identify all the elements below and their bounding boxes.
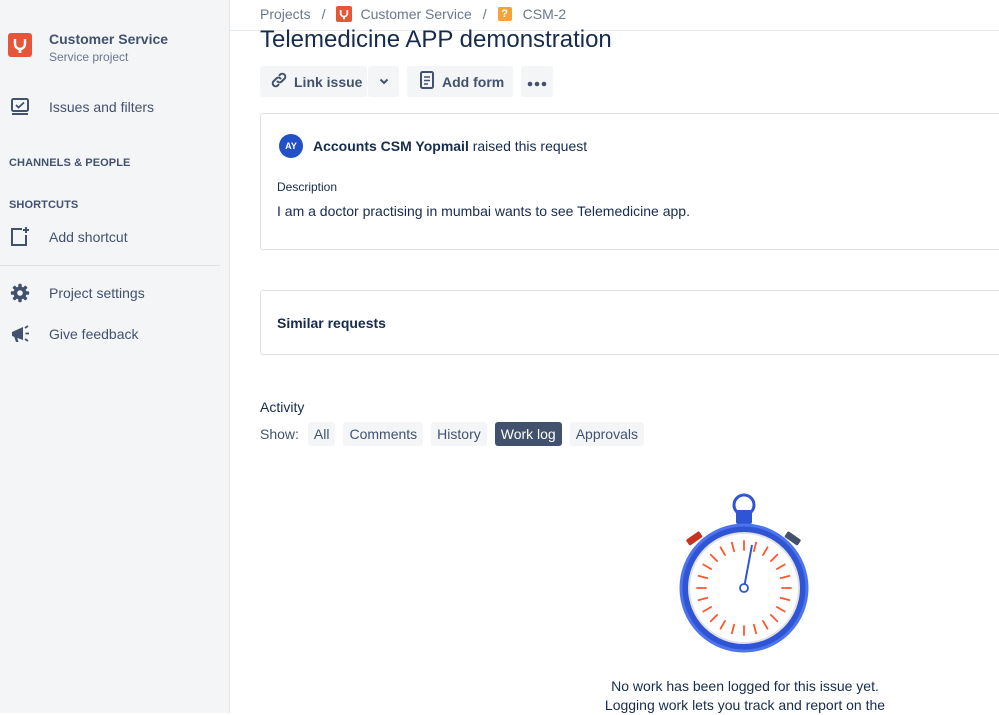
breadcrumb-issue-key[interactable]: CSM-2: [523, 6, 567, 22]
similar-requests-title: Similar requests: [277, 315, 386, 331]
activity-filter-row: Show: All Comments History Work log Appr…: [260, 422, 652, 446]
empty-state-line-1: No work has been logged for this issue y…: [611, 678, 879, 694]
sidebar-item-label: Give feedback: [49, 326, 139, 342]
issue-title[interactable]: Telemedicine APP demonstration: [260, 26, 612, 54]
description-label: Description: [277, 180, 338, 194]
similar-requests-panel[interactable]: Similar requests: [260, 290, 999, 355]
project-type: Service project: [49, 50, 129, 64]
filter-work-log[interactable]: Work log: [494, 422, 562, 446]
link-issue-button[interactable]: Link issue: [260, 66, 367, 97]
show-label: Show:: [260, 426, 299, 442]
filter-history[interactable]: History: [431, 422, 487, 446]
empty-state-line-2: Logging work lets you track and report o…: [604, 697, 886, 713]
project-logo-icon: [8, 33, 32, 57]
project-logo-icon: [336, 6, 353, 22]
section-shortcuts: SHORTCUTS: [9, 199, 79, 211]
link-icon: [270, 71, 288, 92]
sidebar-item-give-feedback[interactable]: Give feedback: [8, 320, 139, 348]
issue-type-icon: ?: [497, 7, 512, 21]
add-shortcut-icon: [8, 225, 32, 249]
filter-comments[interactable]: Comments: [343, 422, 424, 446]
megaphone-icon: [8, 322, 32, 346]
raised-by: Accounts CSM Yopmail raised this request: [313, 138, 587, 154]
form-icon: [420, 71, 434, 92]
sidebar: Customer Service Service project Issues …: [0, 0, 230, 713]
activity-heading: Activity: [260, 399, 305, 415]
sidebar-item-project-settings[interactable]: Project settings: [8, 279, 145, 307]
sidebar-item-label: Project settings: [49, 285, 145, 301]
sidebar-divider: [0, 265, 220, 266]
project-name: Customer Service: [49, 31, 169, 47]
more-actions-button[interactable]: [521, 66, 553, 97]
raised-suffix: raised this request: [472, 138, 588, 154]
breadcrumb-project[interactable]: Customer Service: [360, 6, 471, 22]
add-form-button[interactable]: Add form: [407, 66, 513, 97]
link-issue-label: Link issue: [294, 73, 363, 90]
breadcrumb-separator: /: [482, 6, 487, 22]
breadcrumb: Projects / Customer Service / ? CSM-2: [260, 6, 566, 22]
sidebar-item-label: Issues and filters: [49, 99, 155, 115]
request-card: AY Accounts CSM Yopmail raised this requ…: [260, 113, 999, 250]
reporter-name[interactable]: Accounts CSM Yopmail: [313, 138, 469, 154]
chevron-down-icon: [378, 74, 390, 90]
breadcrumb-separator: /: [321, 6, 326, 22]
stopwatch-illustration: [672, 490, 822, 665]
section-channels-people[interactable]: CHANNELS & PEOPLE: [9, 157, 131, 169]
gear-icon: [8, 281, 32, 305]
avatar[interactable]: AY: [279, 134, 303, 158]
add-form-label: Add form: [442, 73, 505, 90]
sidebar-item-label: Add shortcut: [49, 229, 128, 245]
sidebar-item-issues-filters[interactable]: Issues and filters: [8, 93, 154, 121]
description-text[interactable]: I am a doctor practising in mumbai wants…: [277, 203, 690, 219]
breadcrumb-projects[interactable]: Projects: [260, 6, 311, 22]
sidebar-item-add-shortcut[interactable]: Add shortcut: [8, 223, 128, 251]
link-issue-dropdown-button[interactable]: [368, 66, 399, 97]
issues-icon: [8, 95, 32, 119]
filter-approvals[interactable]: Approvals: [569, 422, 644, 446]
project-header[interactable]: Customer Service Service project: [8, 30, 168, 65]
more-icon: [527, 74, 547, 90]
filter-all[interactable]: All: [307, 422, 336, 446]
